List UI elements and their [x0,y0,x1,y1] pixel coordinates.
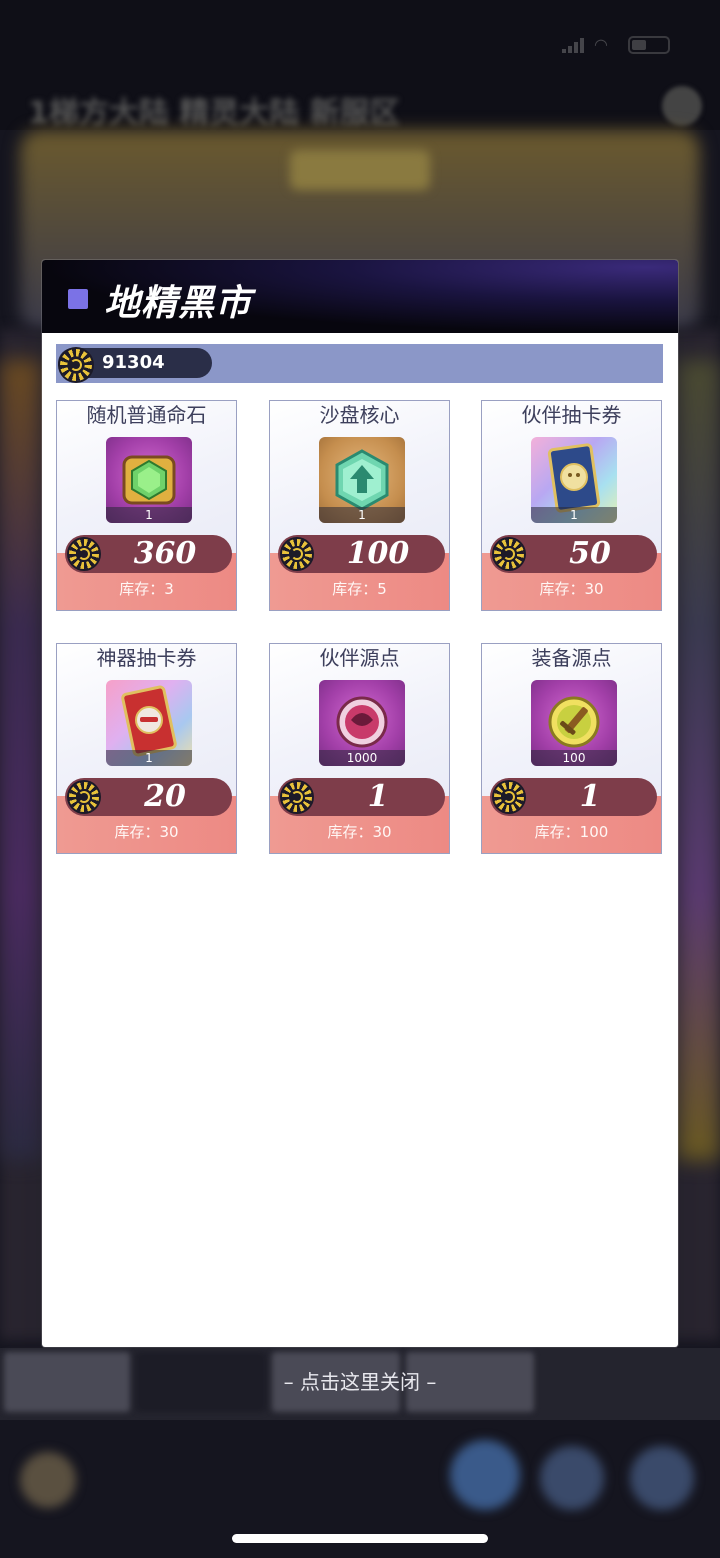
signal-icon [562,37,584,53]
price-button[interactable]: 360 [65,535,232,573]
item-name: 随机普通命石 [86,403,207,427]
dialog-header: 地精黑市 [42,260,678,333]
equipment-source-orb-icon: 100 [531,680,617,766]
shop-item-card[interactable]: 随机普通命石 1 360 库存：3 [56,400,237,611]
item-stock: 库存：3 [119,580,174,598]
goblin-coin-icon [69,539,99,569]
background-nav-icon [630,1446,694,1510]
currency-pill: 91304 [58,348,212,381]
back-icon [20,1452,76,1508]
background-right-edge [678,360,720,1160]
goblin-coin-icon [282,539,312,569]
wifi-icon: ◠ [594,35,608,54]
price-button[interactable]: 100 [278,535,445,573]
background-nav-icon [540,1446,604,1510]
item-quantity: 1 [319,507,405,523]
title-marker-icon [68,289,88,309]
item-stock: 库存：100 [534,823,609,841]
shop-item-card[interactable]: 伙伴源点 1000 1 库存：30 [269,643,450,854]
status-bar: ◠ [562,36,670,54]
item-stock: 库存：5 [332,580,387,598]
item-name: 伙伴源点 [319,646,400,670]
home-indicator[interactable] [232,1534,488,1543]
item-price: 20 [144,779,186,814]
item-quantity: 1 [106,507,192,523]
partner-card-ticket-icon: 1 [531,437,617,523]
price-button[interactable]: 20 [65,778,232,816]
background-title: 1梯方大陆 精灵大陆 新服区 [28,96,400,131]
help-icon [662,86,702,126]
goblin-coin-icon [282,782,312,812]
partner-source-orb-icon: 1000 [319,680,405,766]
close-dialog-hint[interactable]: – 点击这里关闭 – [0,1370,720,1394]
goblin-market-dialog: 地精黑市 91304 随机普通命石 1 360 库存：3 沙盘核心 1 100 库存：5 伙伴抽… [42,260,678,1347]
item-stock: 库存：30 [539,580,604,598]
item-quantity: 1 [531,507,617,523]
goblin-coin-icon [60,349,92,381]
item-name: 伙伴抽卡券 [521,403,622,427]
currency-bar: 91304 [56,344,663,383]
price-button[interactable]: 1 [490,778,657,816]
item-quantity: 1 [106,750,192,766]
background-nav-icon [450,1440,520,1510]
item-price: 1 [579,779,601,814]
background-left-edge [0,360,40,1160]
shop-item-card[interactable]: 神器抽卡券 1 20 库存：30 [56,643,237,854]
shop-item-card[interactable]: 伙伴抽卡券 1 50 库存：30 [481,400,662,611]
item-price: 360 [133,536,197,571]
battery-icon [628,36,670,54]
item-price: 100 [346,536,410,571]
shop-item-card[interactable]: 沙盘核心 1 100 库存：5 [269,400,450,611]
background-banner-tab [290,150,430,190]
artifact-card-ticket-icon: 1 [106,680,192,766]
goblin-coin-icon [494,539,524,569]
item-quantity: 1000 [319,750,405,766]
item-name: 沙盘核心 [319,403,400,427]
goblin-coin-icon [494,782,524,812]
item-quantity: 100 [531,750,617,766]
dialog-title: 地精黑市 [104,283,253,324]
price-button[interactable]: 50 [490,535,657,573]
price-button[interactable]: 1 [278,778,445,816]
currency-amount: 91304 [102,352,165,373]
item-name: 神器抽卡券 [96,646,197,670]
hexagon-arrow-core-icon: 1 [319,437,405,523]
green-gem-chest-icon: 1 [106,437,192,523]
item-name: 装备源点 [531,646,612,670]
item-stock: 库存：30 [327,823,392,841]
item-price: 50 [569,536,611,571]
item-price: 1 [367,779,389,814]
goblin-coin-icon [69,782,99,812]
shop-item-card[interactable]: 装备源点 100 1 库存：100 [481,643,662,854]
item-stock: 库存：30 [114,823,179,841]
